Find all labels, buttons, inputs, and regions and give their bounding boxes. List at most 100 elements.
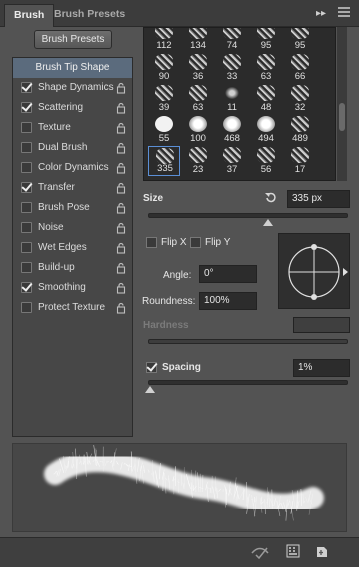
- lock-icon[interactable]: [116, 262, 126, 274]
- option-noise[interactable]: Noise: [13, 218, 132, 238]
- tab-brush-presets[interactable]: Brush Presets: [45, 4, 134, 27]
- brush-visibility-icon[interactable]: [250, 545, 270, 562]
- brush-tip-thumbnail: [189, 85, 207, 101]
- lock-icon[interactable]: [116, 82, 126, 94]
- brush-tip-cell[interactable]: 100: [182, 115, 214, 145]
- option-brush-tip-shape[interactable]: Brush Tip Shape: [13, 58, 132, 78]
- brush-tip-cell[interactable]: 36: [182, 53, 214, 83]
- brush-tip-cell[interactable]: 63: [182, 84, 214, 114]
- size-slider-knob[interactable]: [263, 219, 273, 226]
- lock-icon[interactable]: [116, 102, 126, 114]
- brush-tip-cell[interactable]: 23: [182, 146, 214, 176]
- brush-tip-cell[interactable]: 55: [148, 115, 180, 145]
- size-slider[interactable]: [148, 213, 348, 218]
- option-label: Color Dynamics: [38, 162, 109, 173]
- brush-tip-cell[interactable]: 37: [216, 146, 248, 176]
- lock-icon[interactable]: [116, 302, 126, 314]
- option-checkbox[interactable]: [21, 82, 32, 93]
- brush-tip-cell[interactable]: 11: [216, 84, 248, 114]
- option-smoothing[interactable]: Smoothing: [13, 278, 132, 298]
- option-checkbox[interactable]: [21, 162, 32, 173]
- brush-tip-cell[interactable]: 33: [216, 53, 248, 83]
- brush-tip-thumbnail: [223, 54, 241, 70]
- spacing-slider[interactable]: [148, 380, 348, 385]
- option-checkbox[interactable]: [21, 282, 32, 293]
- flip-x-checkbox[interactable]: [146, 237, 157, 248]
- brush-grid-scrollbar[interactable]: [337, 27, 347, 181]
- new-preset-icon[interactable]: [315, 544, 329, 561]
- brush-tip-cell[interactable]: 32: [284, 84, 316, 114]
- brush-presets-button[interactable]: Brush Presets: [34, 30, 112, 49]
- flip-y-checkbox[interactable]: [190, 237, 201, 248]
- double-chevron-right-icon[interactable]: ▸▸: [316, 8, 326, 19]
- size-field[interactable]: 335 px: [287, 190, 350, 208]
- option-checkbox[interactable]: [21, 102, 32, 113]
- brush-tip-cell[interactable]: 90: [148, 53, 180, 83]
- option-checkbox[interactable]: [21, 182, 32, 193]
- brush-tip-cell[interactable]: 74: [216, 28, 248, 52]
- brush-tip-thumbnail: [257, 147, 275, 163]
- option-shape-dynamics[interactable]: Shape Dynamics: [13, 78, 132, 98]
- brush-tip-cell[interactable]: 95: [284, 28, 316, 52]
- brush-tip-cell[interactable]: 489: [284, 115, 316, 145]
- option-checkbox[interactable]: [21, 122, 32, 133]
- option-brush-pose[interactable]: Brush Pose: [13, 198, 132, 218]
- lock-icon[interactable]: [116, 282, 126, 294]
- brush-tip-size-label: 56: [260, 164, 272, 175]
- option-label: Wet Edges: [38, 242, 87, 253]
- brush-tip-cell[interactable]: 63: [250, 53, 282, 83]
- option-wet-edges[interactable]: Wet Edges: [13, 238, 132, 258]
- brush-tip-cell[interactable]: 468: [216, 115, 248, 145]
- lock-icon[interactable]: [116, 182, 126, 194]
- option-checkbox[interactable]: [21, 302, 32, 313]
- brush-tip-cell[interactable]: 66: [284, 53, 316, 83]
- option-scattering[interactable]: Scattering: [13, 98, 132, 118]
- roundness-field[interactable]: 100%: [199, 292, 257, 310]
- brush-tip-cell[interactable]: 95: [250, 28, 282, 52]
- brush-tip-cell[interactable]: 494: [250, 115, 282, 145]
- lock-icon[interactable]: [116, 202, 126, 214]
- brush-tip-size-label: 95: [294, 40, 306, 51]
- brush-tip-size-label: 74: [226, 40, 238, 51]
- spacing-slider-knob[interactable]: [145, 386, 155, 393]
- brush-tip-cell[interactable]: 17: [284, 146, 316, 176]
- angle-roundness-widget[interactable]: [278, 233, 350, 309]
- lock-icon[interactable]: [116, 142, 126, 154]
- brush-tip-cell[interactable]: 56: [250, 146, 282, 176]
- reset-size-icon[interactable]: [264, 191, 278, 207]
- lock-icon[interactable]: [116, 242, 126, 254]
- option-texture[interactable]: Texture: [13, 118, 132, 138]
- lock-icon[interactable]: [116, 222, 126, 234]
- lock-icon[interactable]: [116, 162, 126, 174]
- option-protect-texture[interactable]: Protect Texture: [13, 298, 132, 318]
- brush-tip-cell[interactable]: 112: [148, 28, 180, 52]
- option-label: Texture: [38, 122, 71, 133]
- brush-tip-grid[interactable]: 112 134 74 95 95 90 36 33 63 66 39 63 11 48 32 55 100 468…: [143, 27, 336, 181]
- spacing-field[interactable]: 1%: [293, 359, 350, 377]
- angle-field[interactable]: 0°: [199, 265, 257, 283]
- brush-tip-thumbnail: [223, 85, 241, 101]
- panel-menu-icon[interactable]: [338, 7, 350, 21]
- spacing-checkbox[interactable]: [146, 362, 157, 373]
- brush-tip-cell[interactable]: 335: [148, 146, 180, 176]
- option-checkbox[interactable]: [21, 262, 32, 273]
- grid-toggle-icon[interactable]: [286, 544, 300, 561]
- brush-tip-cell[interactable]: 134: [182, 28, 214, 52]
- brush-tip-cell[interactable]: 39: [148, 84, 180, 114]
- option-build-up[interactable]: Build-up: [13, 258, 132, 278]
- brush-tip-size-label: 32: [294, 102, 306, 113]
- option-checkbox[interactable]: [21, 222, 32, 233]
- panel-bottom-bar: [0, 537, 359, 567]
- option-color-dynamics[interactable]: Color Dynamics: [13, 158, 132, 178]
- brush-tip-thumbnail: [223, 116, 241, 132]
- brush-tip-cell[interactable]: 48: [250, 84, 282, 114]
- option-checkbox[interactable]: [21, 142, 32, 153]
- option-checkbox[interactable]: [21, 202, 32, 213]
- hardness-field: [293, 317, 350, 333]
- option-dual-brush[interactable]: Dual Brush: [13, 138, 132, 158]
- brush-tip-size-label: 37: [226, 164, 238, 175]
- scrollbar-thumb[interactable]: [339, 103, 345, 131]
- option-transfer[interactable]: Transfer: [13, 178, 132, 198]
- option-checkbox[interactable]: [21, 242, 32, 253]
- lock-icon[interactable]: [116, 122, 126, 134]
